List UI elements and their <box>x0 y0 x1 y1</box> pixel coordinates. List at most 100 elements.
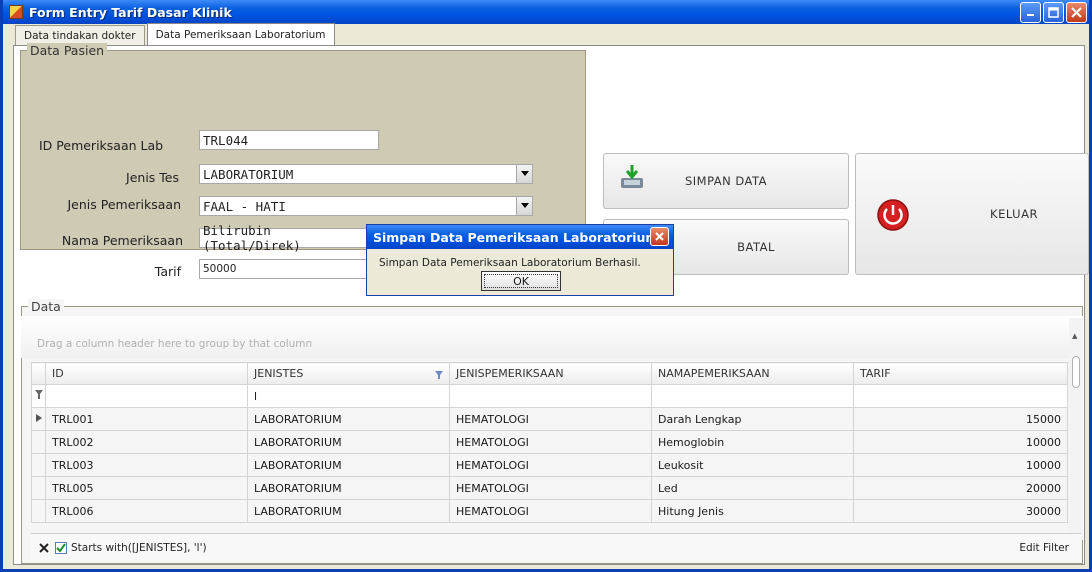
window-controls <box>1020 2 1087 23</box>
funnel-icon <box>34 389 43 399</box>
data-grid: ID JENISTES JENISPEMERIKSAAN NAMAPEMERIK… <box>31 362 1068 523</box>
cell-id[interactable]: TRL006 <box>45 499 248 523</box>
column-header-jenistes[interactable]: JENISTES <box>247 362 450 385</box>
cell-id[interactable]: TRL001 <box>45 407 248 431</box>
app-icon <box>9 5 23 19</box>
id-pemeriksaan-label: ID Pemeriksaan Lab <box>39 138 164 153</box>
maximize-button[interactable] <box>1043 2 1064 23</box>
grid-corner <box>31 362 46 385</box>
filter-cell-namapemeriksaan[interactable] <box>651 384 854 408</box>
nama-pemeriksaan-field[interactable]: Bilirubin (Total/Direk) <box>199 223 367 253</box>
filter-row-indicator <box>31 384 46 408</box>
minimize-icon <box>1027 14 1034 16</box>
table-row[interactable]: TRL005 LABORATORIUM HEMATOLOGI Led 20000 <box>31 476 1068 500</box>
cell-namapemeriksaan[interactable]: Darah Lengkap <box>651 407 854 431</box>
simpan-data-button[interactable]: SIMPAN DATA <box>603 153 849 209</box>
simpan-data-label: SIMPAN DATA <box>684 174 768 188</box>
cell-jenistes[interactable]: LABORATORIUM <box>247 499 450 523</box>
cell-id[interactable]: TRL002 <box>45 430 248 454</box>
maximize-icon <box>1048 7 1059 18</box>
column-header-namapemeriksaan[interactable]: NAMAPEMERIKSAAN <box>651 362 854 385</box>
cell-jenistes[interactable]: LABORATORIUM <box>247 453 450 477</box>
cell-tarif[interactable]: 10000 <box>853 430 1068 454</box>
nama-pemeriksaan-label: Nama Pemeriksaan <box>61 233 183 248</box>
cell-namapemeriksaan[interactable]: Hitung Jenis <box>651 499 854 523</box>
id-pemeriksaan-field[interactable]: TRL044 <box>199 130 379 150</box>
jenis-pemeriksaan-dropdown-button[interactable] <box>516 197 532 215</box>
cell-jenispemeriksaan[interactable]: HEMATOLOGI <box>449 476 652 500</box>
table-row[interactable]: TRL001 LABORATORIUM HEMATOLOGI Darah Len… <box>31 407 1068 431</box>
cell-namapemeriksaan[interactable]: Led <box>651 476 854 500</box>
auto-filter-row: l <box>31 384 1068 408</box>
table-row[interactable]: TRL003 LABORATORIUM HEMATOLOGI Leukosit … <box>31 453 1068 477</box>
tarif-field[interactable]: 50000 <box>199 259 367 279</box>
close-icon <box>1071 7 1082 18</box>
cell-jenispemeriksaan[interactable]: HEMATOLOGI <box>449 499 652 523</box>
column-header-jenistes-label: JENISTES <box>254 367 304 380</box>
table-row[interactable]: TRL002 LABORATORIUM HEMATOLOGI Hemoglobi… <box>31 430 1068 454</box>
main-window: Form Entry Tarif Dasar Klinik Data tinda… <box>0 0 1092 572</box>
dialog-title: Simpan Data Pemeriksaan Laboratorium <box>373 229 659 245</box>
cell-tarif[interactable]: 30000 <box>853 499 1068 523</box>
cell-jenispemeriksaan[interactable]: HEMATOLOGI <box>449 453 652 477</box>
cell-namapemeriksaan[interactable]: Hemoglobin <box>651 430 854 454</box>
keluar-button[interactable]: KELUAR <box>855 153 1089 275</box>
row-indicator <box>31 476 46 500</box>
cell-jenistes[interactable]: LABORATORIUM <box>247 430 450 454</box>
chevron-down-icon <box>520 203 529 208</box>
dialog-close-button[interactable] <box>650 227 669 246</box>
jenis-pemeriksaan-select[interactable]: FAAL - HATI <box>199 196 533 216</box>
cell-jenispemeriksaan[interactable]: HEMATOLOGI <box>449 430 652 454</box>
column-header-id[interactable]: ID <box>45 362 248 385</box>
filter-cell-tarif[interactable] <box>853 384 1068 408</box>
filter-cell-jenistes[interactable]: l <box>247 384 450 408</box>
grid-vertical-scrollbar[interactable]: ▲ ▼ <box>1069 318 1083 550</box>
close-button[interactable] <box>1066 2 1087 23</box>
dialog-title-bar: Simpan Data Pemeriksaan Laboratorium <box>367 225 673 249</box>
filter-enabled-checkbox[interactable] <box>55 541 67 554</box>
tab-data-tindakan-dokter[interactable]: Data tindakan dokter <box>15 25 145 45</box>
filter-icon[interactable] <box>435 371 443 379</box>
chevron-down-icon <box>520 171 529 176</box>
jenis-tes-value: LABORATORIUM <box>203 166 294 182</box>
close-icon <box>655 232 664 241</box>
cell-jenispemeriksaan[interactable]: HEMATOLOGI <box>449 407 652 431</box>
cell-jenistes[interactable]: LABORATORIUM <box>247 407 450 431</box>
table-row[interactable]: TRL006 LABORATORIUM HEMATOLOGI Hitung Je… <box>31 499 1068 523</box>
power-icon <box>877 199 909 231</box>
save-disk-icon <box>621 165 643 188</box>
filter-cell-jenispemeriksaan[interactable] <box>449 384 652 408</box>
jenis-pemeriksaan-value: FAAL - HATI <box>203 198 286 214</box>
cell-namapemeriksaan[interactable]: Leukosit <box>651 453 854 477</box>
jenis-tes-dropdown-button[interactable] <box>516 165 532 183</box>
edit-filter-link[interactable]: Edit Filter <box>1019 542 1069 554</box>
minimize-button[interactable] <box>1020 2 1041 23</box>
column-header-jenispemeriksaan[interactable]: JENISPEMERIKSAAN <box>449 362 652 385</box>
ok-button[interactable]: OK <box>481 271 561 291</box>
jenis-pemeriksaan-label: Jenis Pemeriksaan <box>67 197 181 212</box>
cell-id[interactable]: TRL005 <box>45 476 248 500</box>
cell-tarif[interactable]: 10000 <box>853 453 1068 477</box>
clear-filter-icon[interactable] <box>39 542 49 553</box>
window-title: Form Entry Tarif Dasar Klinik <box>29 4 232 20</box>
scrollbar-thumb[interactable] <box>1072 356 1080 388</box>
row-indicator-current <box>31 407 46 431</box>
cell-tarif[interactable]: 15000 <box>853 407 1068 431</box>
column-header-tarif[interactable]: TARIF <box>853 362 1068 385</box>
data-pasien-legend: Data Pasien <box>27 43 108 58</box>
filter-expression: Starts with([JENISTES], 'l') <box>71 541 207 554</box>
grid-header-row: ID JENISTES JENISPEMERIKSAAN NAMAPEMERIK… <box>31 362 1068 385</box>
cell-id[interactable]: TRL003 <box>45 453 248 477</box>
filter-cell-id[interactable] <box>45 384 248 408</box>
dialog-message: Simpan Data Pemeriksaan Laboratorium Ber… <box>379 257 641 269</box>
batal-label: BATAL <box>737 240 775 254</box>
scroll-up-icon[interactable]: ▲ <box>1072 332 1077 340</box>
data-legend: Data <box>28 299 64 314</box>
tab-data-pemeriksaan-laboratorium[interactable]: Data Pemeriksaan Laboratorium <box>146 23 335 45</box>
current-row-arrow-icon <box>35 413 42 422</box>
cell-tarif[interactable]: 20000 <box>853 476 1068 500</box>
cell-jenistes[interactable]: LABORATORIUM <box>247 476 450 500</box>
check-icon <box>56 542 66 553</box>
jenis-tes-select[interactable]: LABORATORIUM <box>199 164 533 184</box>
group-by-panel[interactable]: Drag a column header here to group by th… <box>21 316 1083 358</box>
